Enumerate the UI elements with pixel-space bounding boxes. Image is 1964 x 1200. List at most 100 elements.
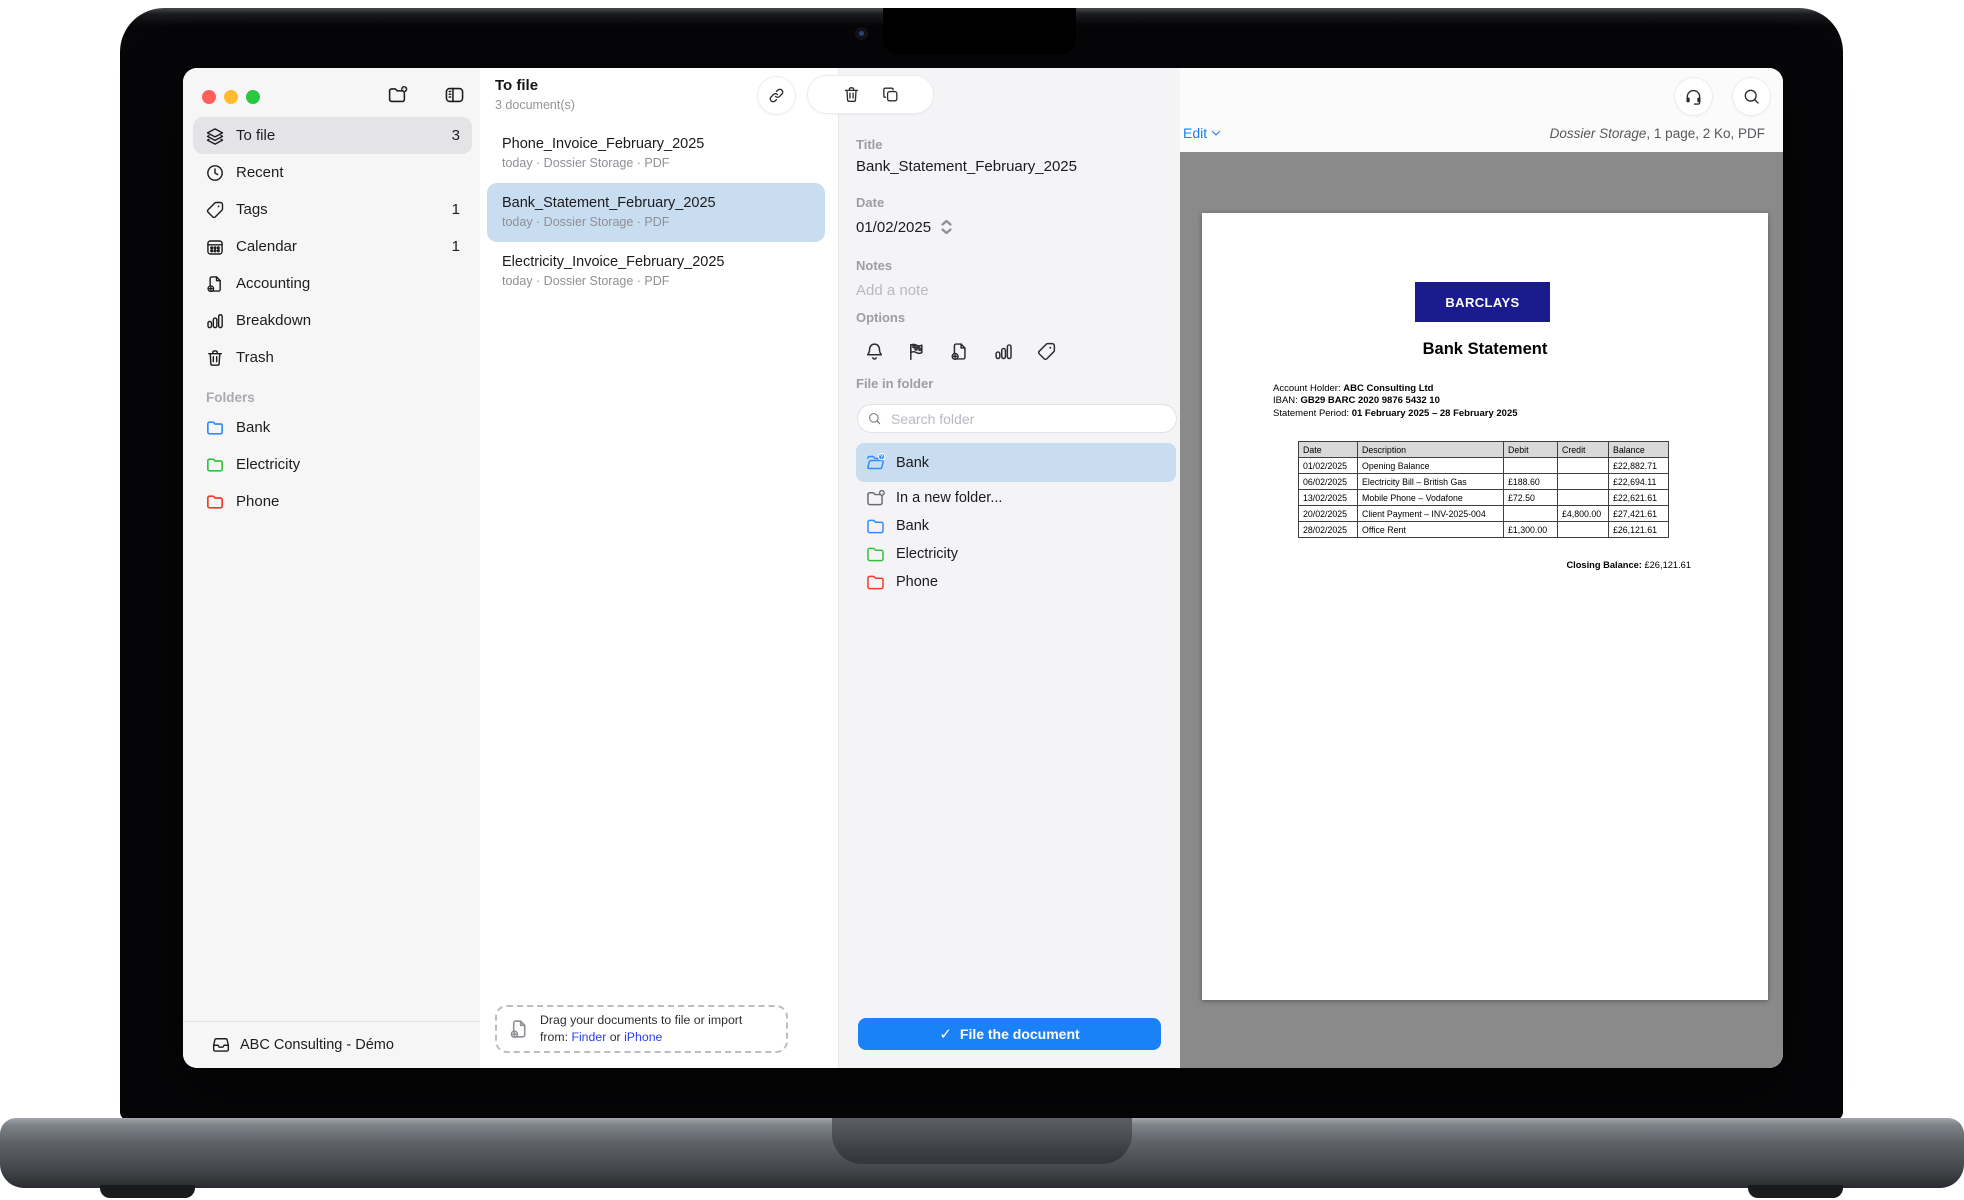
table-cell: 13/02/2025 bbox=[1299, 490, 1358, 506]
search-icon bbox=[1742, 87, 1761, 106]
app-window: To file 3 Recent Tags 1 Calendar 1 bbox=[183, 68, 1783, 1068]
table-row: 06/02/2025Electricity Bill – British Gas… bbox=[1299, 474, 1669, 490]
preview-file-meta: Dossier Storage, 1 page, 2 Ko, PDF bbox=[1550, 126, 1765, 141]
table-cell bbox=[1558, 474, 1609, 490]
layers-icon bbox=[205, 126, 225, 146]
chevron-down-icon bbox=[1210, 127, 1222, 139]
folder-icon bbox=[865, 572, 886, 593]
folder-search-field[interactable] bbox=[857, 404, 1177, 433]
doc-plus-icon bbox=[205, 274, 225, 294]
document-row[interactable]: Bank_Statement_February_2025 today · Dos… bbox=[487, 183, 825, 242]
table-cell bbox=[1558, 522, 1609, 538]
title-value[interactable]: Bank_Statement_February_2025 bbox=[856, 158, 1077, 175]
folder-search-input[interactable] bbox=[889, 410, 1168, 428]
duplicate-document-icon[interactable] bbox=[881, 85, 900, 104]
folder-option-row[interactable]: Bank bbox=[856, 512, 1176, 540]
iphone-link[interactable]: iPhone bbox=[624, 1030, 662, 1044]
table-header-cell: Description bbox=[1358, 442, 1504, 458]
folder-option-row[interactable]: In a new folder... bbox=[856, 484, 1176, 512]
statement-title: Bank Statement bbox=[1202, 340, 1768, 359]
date-label: Date bbox=[856, 195, 884, 210]
link-button[interactable] bbox=[758, 77, 795, 114]
calendar-icon bbox=[205, 237, 225, 257]
table-header-cell: Credit bbox=[1558, 442, 1609, 458]
notes-placeholder[interactable]: Add a note bbox=[856, 282, 929, 299]
laptop-foot bbox=[1748, 1185, 1843, 1198]
sidebar-toggle-icon[interactable] bbox=[442, 84, 467, 106]
laptop-camera bbox=[855, 27, 868, 40]
doc-list-subtitle: 3 document(s) bbox=[495, 98, 575, 112]
sidebar-folder-item[interactable]: Electricity bbox=[193, 446, 472, 483]
doc-actions-toolbar bbox=[808, 76, 933, 113]
table-header-cell: Balance bbox=[1609, 442, 1669, 458]
document-list-panel: To file 3 document(s) Phone_Invoice_Febr… bbox=[480, 68, 838, 1068]
sidebar-item[interactable]: To file 3 bbox=[193, 117, 472, 154]
table-row: 20/02/2025Client Payment – INV-2025-004£… bbox=[1299, 506, 1669, 522]
document-list: Phone_Invoice_February_2025 today · Doss… bbox=[487, 124, 825, 301]
folder-option-row[interactable]: Electricity bbox=[856, 540, 1176, 568]
table-cell: £27,421.61 bbox=[1609, 506, 1669, 522]
folder-option-label: Phone bbox=[896, 574, 938, 590]
global-search-button[interactable] bbox=[1733, 78, 1770, 115]
close-window-button[interactable] bbox=[202, 90, 216, 104]
finder-link[interactable]: Finder bbox=[571, 1030, 606, 1044]
folder-option-label: Bank bbox=[896, 455, 929, 471]
sidebar-item-count: 1 bbox=[452, 201, 460, 218]
date-field[interactable]: 01/02/2025 bbox=[856, 219, 953, 236]
zoom-window-button[interactable] bbox=[246, 90, 260, 104]
table-header-cell: Date bbox=[1299, 442, 1358, 458]
closing-balance: Closing Balance: £26,121.61 bbox=[1298, 560, 1691, 570]
table-cell: £22,882.71 bbox=[1609, 458, 1669, 474]
folder-new-icon bbox=[865, 488, 886, 509]
sidebar-folder-item[interactable]: Bank bbox=[193, 409, 472, 446]
folders-section-header: Folders bbox=[193, 376, 472, 409]
document-title: Electricity_Invoice_February_2025 bbox=[502, 254, 825, 270]
sidebar-item[interactable]: Accounting bbox=[193, 265, 472, 302]
sidebar-item[interactable]: Tags 1 bbox=[193, 191, 472, 228]
delete-document-icon[interactable] bbox=[842, 85, 861, 104]
trash-icon bbox=[205, 348, 225, 368]
edit-menu[interactable]: Edit bbox=[1183, 125, 1222, 141]
document-row[interactable]: Phone_Invoice_February_2025 today · Doss… bbox=[487, 124, 825, 183]
clock-icon bbox=[205, 163, 225, 183]
document-row[interactable]: Electricity_Invoice_February_2025 today … bbox=[487, 242, 825, 301]
document-title: Bank_Statement_February_2025 bbox=[502, 195, 825, 211]
document-meta: today · Dossier Storage · PDF bbox=[502, 215, 825, 229]
support-button[interactable] bbox=[1675, 78, 1712, 115]
minimize-window-button[interactable] bbox=[224, 90, 238, 104]
sidebar-item-label: To file bbox=[236, 127, 275, 144]
account-row[interactable]: ABC Consulting - Démo bbox=[183, 1021, 480, 1068]
statement-info: Account Holder: ABC Consulting Ltd IBAN:… bbox=[1273, 383, 1518, 420]
import-dropzone[interactable]: Drag your documents to file or import fr… bbox=[495, 1005, 788, 1053]
folder-icon bbox=[205, 455, 225, 475]
doc-list-title: To file bbox=[495, 77, 538, 94]
sidebar-item[interactable]: Recent bbox=[193, 154, 472, 191]
date-stepper-icon[interactable] bbox=[940, 219, 953, 236]
notes-label: Notes bbox=[856, 258, 892, 273]
reminder-bell-icon[interactable] bbox=[864, 341, 885, 362]
new-folder-icon[interactable] bbox=[385, 84, 410, 106]
sidebar-item[interactable]: Trash bbox=[193, 339, 472, 376]
table-cell bbox=[1558, 490, 1609, 506]
inbox-icon bbox=[211, 1035, 231, 1055]
table-cell bbox=[1504, 506, 1558, 522]
table-header-cell: Debit bbox=[1504, 442, 1558, 458]
sidebar-folder-item[interactable]: Phone bbox=[193, 483, 472, 520]
sidebar-item-label: Trash bbox=[236, 349, 274, 366]
laptop-notch bbox=[883, 8, 1076, 55]
dropzone-line1: Drag your documents to file or import bbox=[540, 1012, 742, 1029]
folder-option-row[interactable]: ? Bank bbox=[856, 443, 1176, 482]
folder-option-label: Electricity bbox=[896, 546, 958, 562]
table-cell: £1,300.00 bbox=[1504, 522, 1558, 538]
sidebar-item[interactable]: Calendar 1 bbox=[193, 228, 472, 265]
link-icon bbox=[767, 86, 786, 105]
folder-option-row[interactable]: Phone bbox=[856, 568, 1176, 596]
tag-option-icon[interactable] bbox=[1036, 341, 1057, 362]
file-in-folder-label: File in folder bbox=[856, 376, 933, 391]
doc-import-icon[interactable] bbox=[949, 341, 970, 362]
file-document-button[interactable]: ✓ File the document bbox=[858, 1018, 1161, 1050]
flag-icon[interactable] bbox=[906, 341, 927, 362]
table-row: 13/02/2025Mobile Phone – Vodafone£72.50£… bbox=[1299, 490, 1669, 506]
breakdown-bars-icon[interactable] bbox=[993, 341, 1014, 362]
sidebar-item[interactable]: Breakdown bbox=[193, 302, 472, 339]
